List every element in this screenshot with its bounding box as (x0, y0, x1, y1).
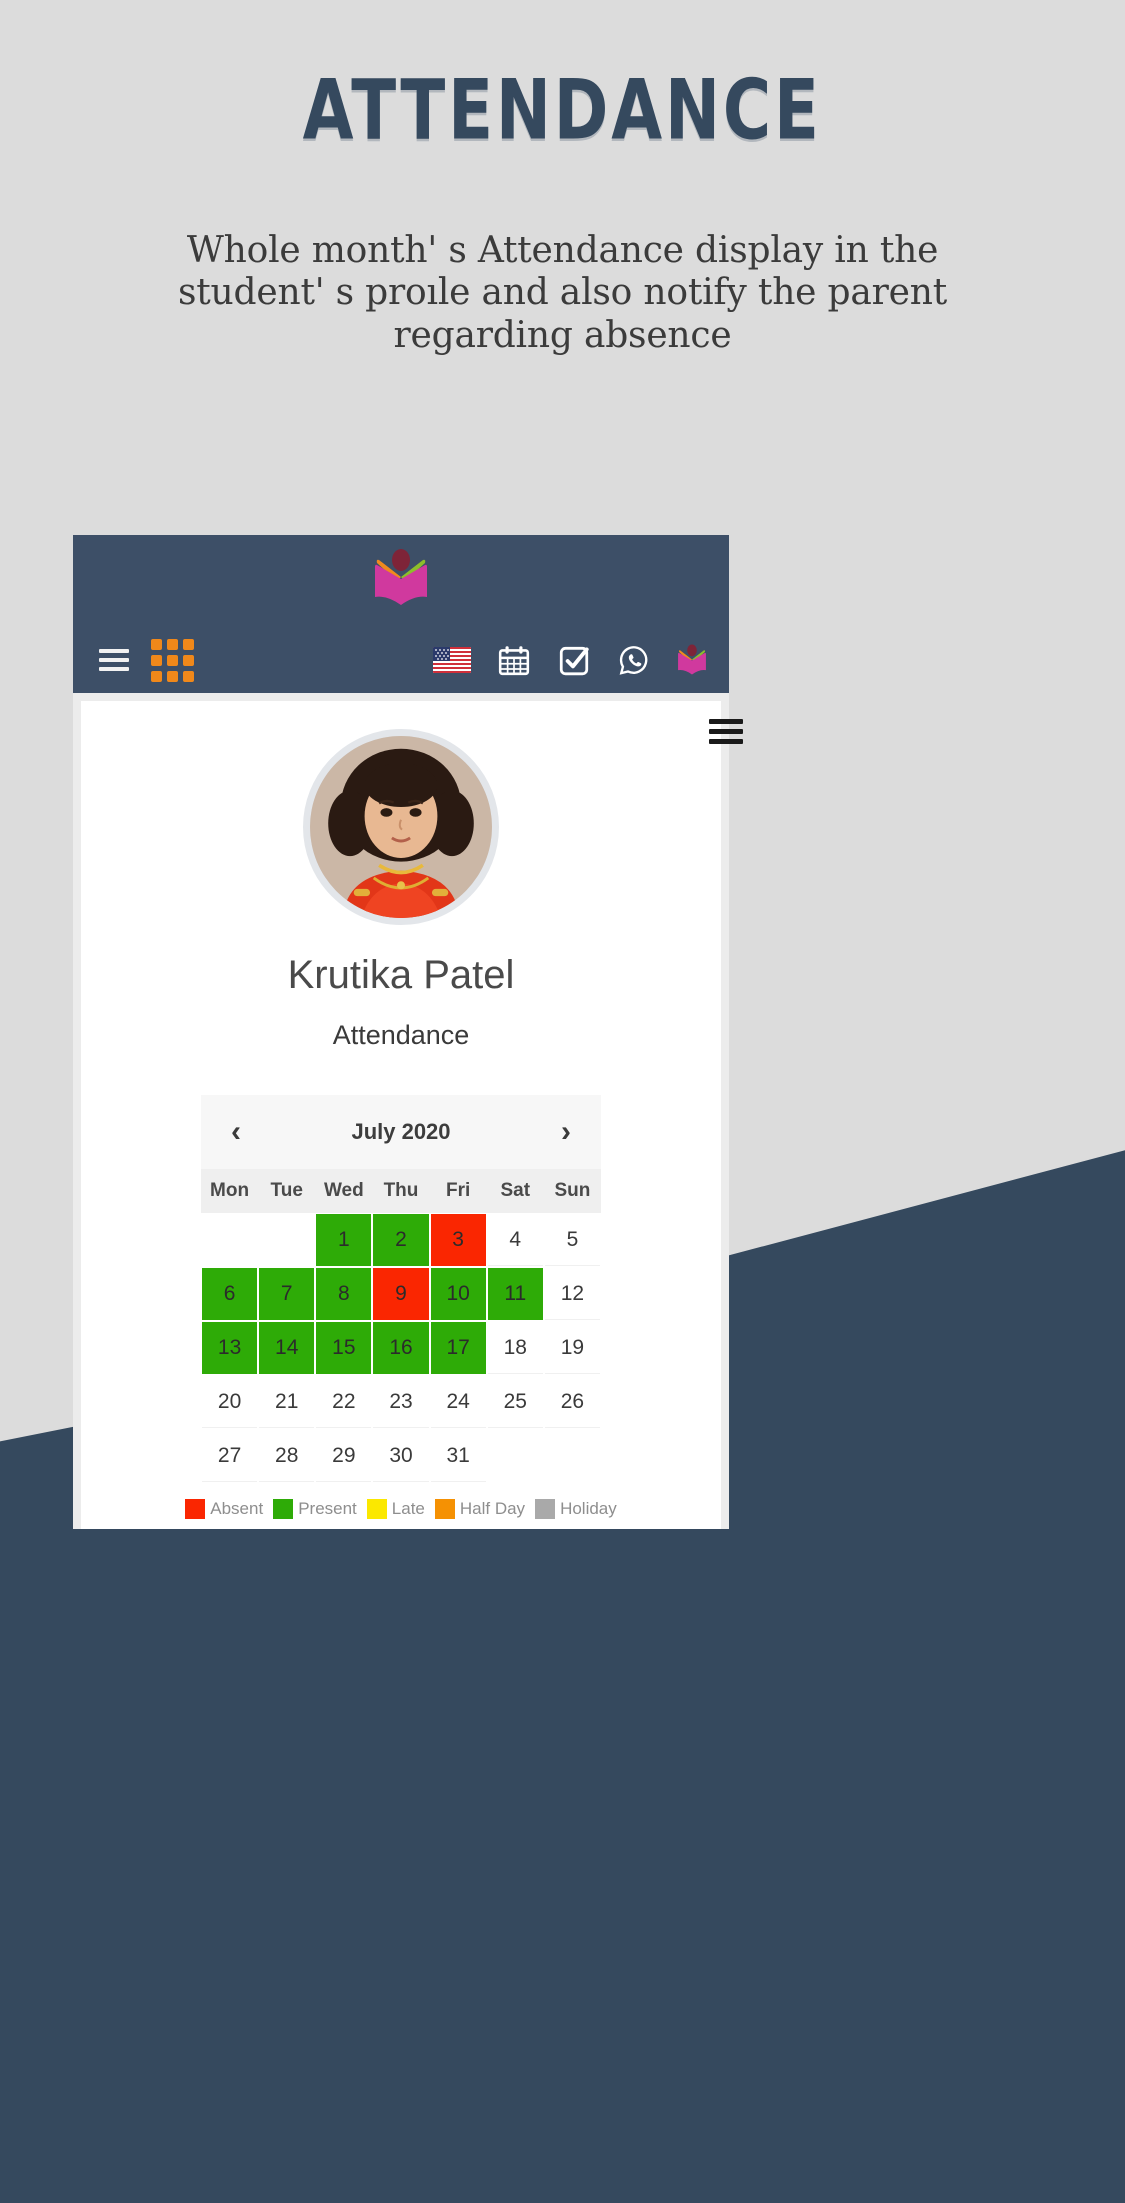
legend-item-absent: Absent (185, 1499, 263, 1519)
legend-item-late: Late (366, 1499, 425, 1519)
attendance-calendar: ‹ July 2020 › Mon Tue Wed Thu Fri Sat Sun 1234… (185, 1095, 617, 1529)
calendar-day-2[interactable]: 2 (373, 1214, 429, 1266)
legend-item-halfday: Half Day (434, 1499, 526, 1519)
legend-swatch-present (273, 1499, 294, 1519)
calendar-day-20[interactable]: 20 (202, 1376, 258, 1428)
calendar-day-16[interactable]: 16 (373, 1322, 429, 1374)
calendar-day-15[interactable]: 15 (316, 1322, 372, 1374)
calendar-dow-fri: Fri (445, 1180, 471, 1201)
calendar-day-6[interactable]: 6 (202, 1268, 258, 1320)
whatsapp-icon[interactable] (617, 643, 651, 677)
calendar-day-7[interactable]: 7 (259, 1268, 315, 1320)
student-avatar (303, 729, 499, 925)
calendar-day-29[interactable]: 29 (316, 1430, 372, 1482)
app-body: Krutika Patel Attendance ‹ July 2020 › M… (73, 693, 743, 1529)
calendar-day-9[interactable]: 9 (373, 1268, 429, 1320)
page-title: ATTENDANCE (302, 62, 823, 159)
calendar-day-14[interactable]: 14 (259, 1322, 315, 1374)
page-subtitle: Whole month' s Attendance display in the… (177, 230, 947, 356)
calendar-day-22[interactable]: 22 (316, 1376, 372, 1428)
legend-item-present: Present (273, 1499, 357, 1519)
calendar-day-24[interactable]: 24 (430, 1376, 486, 1428)
check-square-icon[interactable] (557, 643, 591, 677)
next-month-button[interactable]: › (549, 1117, 583, 1147)
apps-grid-icon[interactable] (151, 638, 194, 682)
calendar-day-17[interactable]: 17 (430, 1322, 486, 1374)
app-toolbar (73, 627, 729, 693)
calendar-day-19[interactable]: 19 (544, 1322, 600, 1374)
calendar-dow-mon: Mon (210, 1180, 250, 1201)
calendar-dow-wed: Wed (323, 1180, 364, 1201)
calendar-day-11[interactable]: 11 (487, 1268, 543, 1320)
legend-label-halfday: Half Day (459, 1499, 526, 1518)
calendar-blank-cell (259, 1214, 314, 1266)
student-name: Krutika Patel (287, 953, 515, 997)
calendar-day-13[interactable]: 13 (202, 1322, 258, 1374)
legend-swatch-absent (185, 1499, 206, 1519)
calendar-legend: Absent Present Late Half Day Holiday (185, 1483, 617, 1529)
legend-label-present: Present (298, 1499, 357, 1518)
section-title: Attendance (332, 1020, 470, 1050)
legend-label-late: Late (391, 1499, 425, 1518)
profile-card: Krutika Patel Attendance ‹ July 2020 › M… (81, 701, 743, 1529)
open-book-logo (375, 549, 427, 605)
calendar-day-21[interactable]: 21 (259, 1376, 315, 1428)
us-flag-icon[interactable] (433, 647, 471, 673)
calendar-day-28[interactable]: 28 (259, 1430, 315, 1482)
calendar-blank-cell (202, 1214, 257, 1266)
legend-swatch-holiday (535, 1499, 556, 1519)
calendar-icon[interactable] (497, 643, 531, 677)
toolbar-left-group (99, 638, 194, 682)
calendar-day-26[interactable]: 26 (544, 1376, 600, 1428)
calendar-dow-tue: Tue (270, 1180, 303, 1201)
calendar-day-31[interactable]: 31 (430, 1430, 486, 1482)
calendar-month-label: July 2020 (351, 1119, 451, 1144)
panel-hamburger-icon[interactable] (709, 719, 743, 745)
calendar-day-3[interactable]: 3 (430, 1214, 486, 1266)
calendar-day-18[interactable]: 18 (487, 1322, 543, 1374)
hero-section: ATTENDANCE Whole month' s Attendance dis… (0, 0, 1125, 357)
prev-month-button[interactable]: ‹ (219, 1117, 253, 1147)
calendar-day-1[interactable]: 1 (316, 1214, 372, 1266)
calendar-day-8[interactable]: 8 (316, 1268, 372, 1320)
open-book-logo-icon[interactable] (677, 643, 707, 677)
app-header-bar (73, 535, 729, 693)
calendar-day-23[interactable]: 23 (373, 1376, 429, 1428)
calendar-day-27[interactable]: 27 (202, 1430, 258, 1482)
legend-swatch-halfday (434, 1499, 455, 1519)
calendar-day-30[interactable]: 30 (373, 1430, 429, 1482)
toolbar-right-group (433, 643, 707, 677)
legend-label-absent: Absent (210, 1499, 264, 1518)
calendar-day-4[interactable]: 4 (487, 1214, 543, 1266)
calendar-day-12[interactable]: 12 (544, 1268, 600, 1320)
legend-label-holiday: Holiday (560, 1499, 617, 1518)
hamburger-menu-icon[interactable] (99, 649, 129, 671)
calendar-header: ‹ July 2020 › (201, 1095, 601, 1169)
calendar-dow-sat: Sat (500, 1180, 531, 1201)
calendar-dow-sun: Sun (554, 1180, 591, 1201)
calendar-day-headers: Mon Tue Wed Thu Fri Sat Sun (201, 1169, 601, 1213)
calendar-day-25[interactable]: 25 (487, 1376, 543, 1428)
avatar-image (310, 736, 492, 918)
legend-item-holiday: Holiday (535, 1499, 617, 1519)
calendar-day-10[interactable]: 10 (430, 1268, 486, 1320)
app-mockup: Krutika Patel Attendance ‹ July 2020 › M… (73, 535, 743, 1529)
calendar-day-5[interactable]: 5 (544, 1214, 600, 1266)
legend-swatch-late (366, 1499, 387, 1519)
calendar-day-grid: 1 2 3 4 5 6 7 8 9 10 11 12 13 14 15 16 17 18 19 20 21 22 23 24 2… (201, 1213, 601, 1483)
calendar-dow-thu: Thu (383, 1180, 419, 1201)
